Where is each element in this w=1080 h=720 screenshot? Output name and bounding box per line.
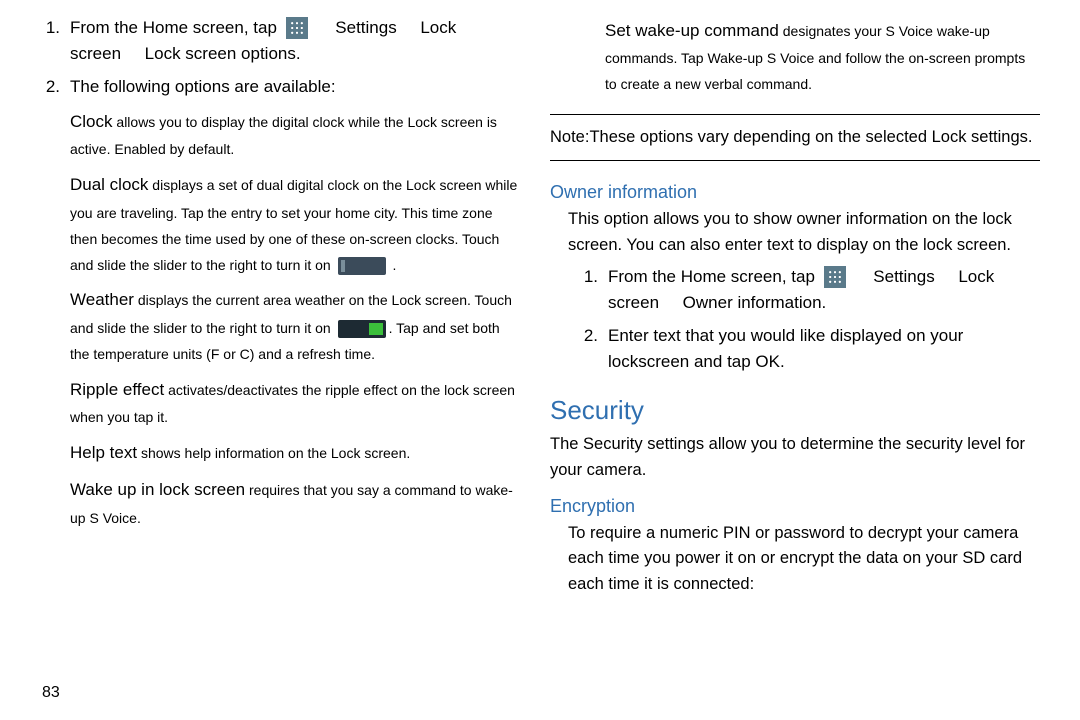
- option-name: Dual clock: [70, 175, 148, 194]
- option-wake-up: Wake up in lock screen requires that you…: [70, 474, 520, 531]
- text: Owner information: [683, 293, 822, 312]
- heading-owner-info: Owner information: [550, 182, 1040, 203]
- note-body: These options vary depending on the sele…: [589, 128, 1032, 146]
- owner-step-1: 1. From the Home screen, tap Settings Lo…: [550, 264, 1040, 317]
- option-desc: shows help information on the Lock scree…: [137, 445, 410, 461]
- owner-step-2: 2. Enter text that you would like displa…: [550, 323, 1040, 376]
- option-desc: allows you to display the digital clock …: [70, 114, 497, 157]
- page: 1. From the Home screen, tap Settings Lo…: [0, 0, 1080, 720]
- option-name: Help text: [70, 443, 137, 462]
- text: From the Home screen, tap: [608, 267, 815, 286]
- option-name: Clock: [70, 112, 113, 131]
- toggle-on-icon: [338, 320, 386, 338]
- step-number: 1.: [568, 264, 608, 317]
- note-text: Note:These options vary depending on the…: [550, 125, 1040, 150]
- option-clock: Clock allows you to display the digital …: [70, 106, 520, 163]
- owner-info-text: This option allows you to show owner inf…: [568, 207, 1040, 258]
- option-name: Set wake-up command: [605, 21, 779, 40]
- step-number: 2.: [30, 74, 70, 100]
- text: From the Home screen, tap: [70, 18, 277, 37]
- option-name: Wake up in lock screen: [70, 480, 245, 499]
- option-weather: Weather displays the current area weathe…: [70, 284, 520, 367]
- apps-grid-icon: [824, 266, 846, 288]
- left-step-1: 1. From the Home screen, tap Settings Lo…: [30, 15, 520, 68]
- heading-encryption: Encryption: [550, 496, 1040, 517]
- step-number: 1.: [30, 15, 70, 68]
- text: Settings: [873, 267, 934, 286]
- text: Lock: [958, 267, 994, 286]
- text: Lock screen options: [145, 44, 296, 63]
- option-help-text: Help text shows help information on the …: [70, 437, 520, 468]
- option-name: Weather: [70, 290, 134, 309]
- option-dual-clock: Dual clock displays a set of dual digita…: [70, 169, 520, 278]
- step-number: 2.: [568, 323, 608, 376]
- security-text: The Security settings allow you to deter…: [550, 432, 1040, 483]
- encryption-text: To require a numeric PIN or password to …: [568, 521, 1040, 598]
- option-ripple: Ripple effect activates/deactivates the …: [70, 374, 520, 431]
- heading-security: Security: [550, 395, 1040, 426]
- apps-grid-icon: [286, 17, 308, 39]
- right-column: Set wake-up command designates your S Vo…: [550, 15, 1040, 710]
- toggle-off-icon: [338, 257, 386, 275]
- option-set-wake: Set wake-up command designates your S Vo…: [605, 15, 1040, 98]
- text: screen: [70, 44, 121, 63]
- note-box: Note:These options vary depending on the…: [550, 114, 1040, 161]
- text: Lock: [420, 18, 456, 37]
- step-text: Enter text that you would like displayed…: [608, 323, 1040, 376]
- option-name: Ripple effect: [70, 380, 164, 399]
- note-label: Note:: [550, 128, 589, 146]
- left-column: 1. From the Home screen, tap Settings Lo…: [30, 15, 520, 710]
- left-step-2: 2. The following options are available:: [30, 74, 520, 100]
- step-text: From the Home screen, tap Settings Lock …: [608, 264, 1040, 317]
- text: Settings: [335, 18, 396, 37]
- text: screen: [608, 293, 659, 312]
- step-text: The following options are available:: [70, 74, 520, 100]
- page-number: 83: [42, 684, 60, 702]
- step-text: From the Home screen, tap Settings Lock …: [70, 15, 520, 68]
